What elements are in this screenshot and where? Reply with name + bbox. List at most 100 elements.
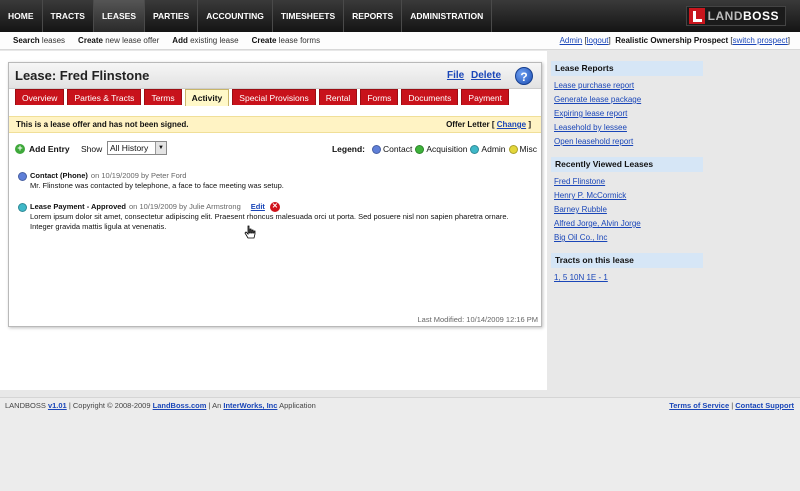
tracts-list: 1, 5 10N 1E - 1 xyxy=(551,268,703,285)
application-text: Application xyxy=(279,401,316,410)
tab-terms[interactable]: Terms xyxy=(144,89,182,105)
report-link[interactable]: Lease purchase report xyxy=(554,79,703,93)
sub-navigation: Search leases Create new lease offer Add… xyxy=(0,32,800,50)
section-heading: Recently Viewed Leases xyxy=(551,157,703,172)
search-leases-link[interactable]: Search leases xyxy=(13,36,65,45)
entry-meta: on 10/19/2009 by Julie Armstrong xyxy=(129,202,241,211)
report-link[interactable]: Open leasehold report xyxy=(554,135,703,149)
nav-leases[interactable]: LEASES xyxy=(93,0,145,32)
tab-parties-tracts[interactable]: Parties & Tracts xyxy=(67,89,142,105)
recent-lease-link[interactable]: Fred Flinstone xyxy=(554,175,703,189)
recent-lease-link[interactable]: Alfred Jorge, Alvin Jorge xyxy=(554,217,703,231)
recent-lease-link[interactable]: Big Oil Co., Inc xyxy=(554,231,703,245)
landboss-site-link[interactable]: LandBoss.com xyxy=(153,401,207,410)
entry-meta: on 10/19/2009 by Peter Ford xyxy=(90,171,187,180)
tab-payment[interactable]: Payment xyxy=(461,89,509,105)
nav-tracts[interactable]: TRACTS xyxy=(43,0,94,32)
plus-circle-icon: + xyxy=(15,144,25,154)
account-area: Admin [logout] Realistic Ownership Prosp… xyxy=(560,36,790,45)
create-lease-forms-link[interactable]: Create lease forms xyxy=(252,36,321,45)
add-entry-button[interactable]: + Add Entry xyxy=(15,144,70,154)
nav-parties[interactable]: PARTIES xyxy=(145,0,199,32)
help-icon[interactable]: ? xyxy=(515,67,533,85)
tab-special-provisions[interactable]: Special Provisions xyxy=(232,89,316,105)
bracket: ] xyxy=(526,120,531,129)
footer-brand: LANDBOSS xyxy=(5,401,46,410)
lease-reports-section: Lease Reports Lease purchase report Gene… xyxy=(551,61,703,149)
footer-copyright: LANDBOSS v1.01 | Copyright © 2008-2009 L… xyxy=(5,401,316,410)
edit-entry-link[interactable]: Edit xyxy=(251,202,265,212)
legend-text: Acquisition xyxy=(426,144,468,154)
terms-of-service-link[interactable]: Terms of Service xyxy=(669,401,729,410)
add-existing-lease-link[interactable]: Add existing lease xyxy=(172,36,238,45)
entry-body: Mr. Flinstone was contacted by telephone… xyxy=(30,181,284,190)
tab-documents[interactable]: Documents xyxy=(401,89,459,105)
top-navigation: HOME TRACTS LEASES PARTIES ACCOUNTING TI… xyxy=(0,0,800,32)
chevron-down-icon: ▼ xyxy=(155,142,166,154)
nav-administration[interactable]: ADMINISTRATION xyxy=(402,0,493,32)
report-link[interactable]: Generate lease package xyxy=(554,93,703,107)
delete-link[interactable]: Delete xyxy=(471,70,501,81)
legend-text: Admin xyxy=(481,144,506,154)
tab-activity[interactable]: Activity xyxy=(184,89,230,106)
recent-lease-link[interactable]: Barney Rubble xyxy=(554,203,703,217)
sub-rest: new lease offer xyxy=(105,36,160,45)
copyright-text: | Copyright © 2008-2009 xyxy=(68,401,151,410)
misc-dot-icon xyxy=(508,144,518,154)
report-link[interactable]: Expiring lease report xyxy=(554,107,703,121)
activity-entry: Contact (Phone) on 10/19/2009 by Peter F… xyxy=(18,171,533,191)
switch-prospect-link[interactable]: switch prospect xyxy=(733,36,788,45)
an-text: | An xyxy=(208,401,222,410)
recent-lease-link[interactable]: Henry P. McCormick xyxy=(554,189,703,203)
entry-body: Lorem ipsum dolor sit amet, consectetur … xyxy=(30,212,509,231)
sub-verb: Add xyxy=(172,36,188,45)
offer-letter: Offer Letter [ Change ] xyxy=(446,117,531,132)
sub-verb: Create xyxy=(78,36,103,45)
delete-x-icon[interactable]: ✕ xyxy=(269,202,280,212)
footer-links: Terms of Service | Contact Support xyxy=(669,401,794,410)
legend-contact: Contact xyxy=(370,144,412,154)
main-content: Lease: Fred Flinstone File Delete ? Over… xyxy=(0,51,547,390)
tab-rental[interactable]: Rental xyxy=(318,89,358,105)
acquisition-dot-icon xyxy=(415,144,425,154)
admin-link[interactable]: Admin xyxy=(560,36,583,45)
legend-text: Misc xyxy=(519,144,537,154)
contact-support-link[interactable]: Contact Support xyxy=(735,401,794,410)
interworks-link[interactable]: InterWorks, Inc xyxy=(223,401,277,410)
tab-forms[interactable]: Forms xyxy=(360,89,399,105)
logo-text-land: LAND xyxy=(707,9,743,23)
logout-link[interactable]: logout xyxy=(587,36,609,45)
change-link[interactable]: Change xyxy=(497,120,526,129)
tab-overview[interactable]: Overview xyxy=(15,89,65,105)
legend-label: Legend: xyxy=(331,144,366,154)
create-lease-offer-link[interactable]: Create new lease offer xyxy=(78,36,159,45)
nav-timesheets[interactable]: TIMESHEETS xyxy=(273,0,345,32)
nav-reports[interactable]: REPORTS xyxy=(344,0,403,32)
nav-accounting[interactable]: ACCOUNTING xyxy=(198,0,273,32)
page-title: Lease: Fred Flinstone xyxy=(15,68,150,83)
landboss-logo[interactable]: LANDBOSS xyxy=(685,6,786,26)
activity-toolbar: + Add Entry Show All History ▼ Legend: C… xyxy=(15,141,537,157)
history-filter-value: All History xyxy=(110,143,149,153)
report-link[interactable]: Leasehold by lessee xyxy=(554,121,703,135)
entry-header: Contact (Phone) on 10/19/2009 by Peter F… xyxy=(18,171,533,181)
legend-acquisition: Acquisition xyxy=(413,144,467,154)
tract-link[interactable]: 1, 5 10N 1E - 1 xyxy=(554,271,703,285)
activity-entry: Lease Payment - Approved on 10/19/2009 b… xyxy=(18,202,533,232)
nav-home[interactable]: HOME xyxy=(0,0,43,32)
legend-admin: Admin xyxy=(468,144,506,154)
last-modified: Last Modified: 10/14/2009 12:16 PM xyxy=(417,315,539,324)
recent-leases-section: Recently Viewed Leases Fred Flinstone He… xyxy=(551,157,703,245)
file-link[interactable]: File xyxy=(447,70,464,81)
landboss-logo-icon xyxy=(688,8,705,24)
sub-rest: lease forms xyxy=(278,36,321,45)
version-link[interactable]: v1.01 xyxy=(48,401,67,410)
admin-dot-icon xyxy=(18,202,27,212)
history-filter-select[interactable]: All History ▼ xyxy=(107,141,167,155)
company-name: Realistic Ownership Prospect xyxy=(615,36,729,45)
hand-cursor-icon xyxy=(244,225,256,239)
legend-text: Contact xyxy=(383,144,413,154)
entry-title: Contact (Phone) xyxy=(30,171,88,180)
admin-dot-icon xyxy=(470,144,480,154)
sub-rest: existing lease xyxy=(190,36,239,45)
